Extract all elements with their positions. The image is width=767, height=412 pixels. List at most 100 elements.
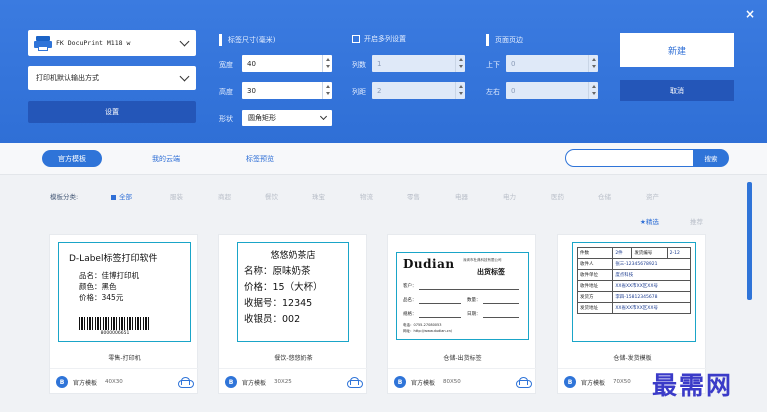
height-input[interactable]: 30: [242, 82, 332, 99]
spinner-icon[interactable]: [455, 82, 465, 99]
vertical-scrollbar[interactable]: [745, 176, 755, 412]
category-clothing[interactable]: 服装: [170, 191, 183, 201]
category-supermarket[interactable]: 商超: [218, 191, 231, 201]
category-warehouse[interactable]: 仓储: [598, 191, 611, 201]
category-jewelry[interactable]: 珠宝: [312, 191, 325, 201]
cols-input[interactable]: 1: [372, 55, 465, 72]
table-cell: XX省XX市XX区XX号: [612, 302, 691, 314]
cancel-button[interactable]: 取消: [620, 80, 734, 101]
spinner-icon[interactable]: [588, 82, 598, 99]
table-cell: 度点科技: [612, 269, 691, 281]
search-button[interactable]: 搜索: [693, 149, 729, 167]
cloud-icon[interactable]: [515, 377, 532, 388]
multi-column-checkbox[interactable]: [352, 35, 360, 43]
template-name: 仓储-发货模板: [613, 355, 652, 362]
table-cell: 发货编号: [631, 247, 668, 259]
label-field: 规格：: [403, 312, 417, 317]
category-all[interactable]: 全部: [111, 191, 132, 201]
label-field: 客户：: [403, 284, 417, 289]
tab-my-cloud[interactable]: 我的云端: [138, 150, 194, 167]
label-phone: 电话：0755-27080053: [403, 323, 442, 327]
label-preview: 悠悠奶茶店 名称：原味奶茶 价格：15（大杯） 收据号：12345 收银员：00…: [237, 242, 349, 342]
template-card[interactable]: Dudian 深圳市杜典科技有限公司 出货标签 客户： 品名： 数量： 规格： …: [387, 234, 537, 394]
card-footer: B 官方模板 40X30: [50, 368, 199, 395]
label-subtitle: 出货标签: [477, 268, 505, 276]
tab-official-templates[interactable]: 官方模板: [42, 150, 102, 167]
output-mode-value: 打印机默认输出方式: [36, 74, 99, 82]
template-thumbnail: Dudian 深圳市杜典科技有限公司 出货标签 客户： 品名： 数量： 规格： …: [396, 242, 529, 342]
sort-recommended[interactable]: 推荐: [690, 216, 703, 226]
official-badge-icon: B: [56, 376, 68, 388]
category-appliance[interactable]: 电器: [455, 191, 468, 201]
category-logistics[interactable]: 物流: [360, 191, 373, 201]
label-preview: Dudian 深圳市杜典科技有限公司 出货标签 客户： 品名： 数量： 规格： …: [396, 252, 529, 340]
new-button[interactable]: 新建: [620, 33, 734, 67]
card-footer: B 官方模板 30X25: [219, 368, 368, 395]
search-input[interactable]: [565, 149, 695, 167]
official-badge-icon: B: [225, 376, 237, 388]
barcode: [79, 317, 151, 330]
template-thumbnail: 件数 2件 发货编号 2-12 收件人 张三-12345678921 收件单位 度点科技 …: [566, 242, 699, 342]
label-preview: D-Label标签打印软件 品名：佳博打印机 颜色：黑色 价格：345元 800…: [58, 242, 191, 342]
top-margin-value: 0: [511, 59, 516, 68]
template-source: 官方模板: [581, 379, 606, 387]
close-icon[interactable]: ×: [745, 7, 755, 21]
top-margin-label: 上下: [486, 61, 500, 69]
printer-settings-button[interactable]: 设置: [28, 101, 196, 123]
category-medicine[interactable]: 医药: [551, 191, 564, 201]
margins-title: 页面页边: [486, 34, 523, 46]
table-cell: 2-12: [666, 247, 692, 259]
margins-title-text: 页面页边: [495, 36, 523, 44]
tab-label-preview[interactable]: 标签预览: [232, 150, 288, 167]
table-cell: 收件人: [576, 258, 614, 270]
label-row: 收银员：002: [244, 314, 301, 325]
category-catering[interactable]: 餐饮: [265, 191, 278, 201]
label-size-title-text: 标签尺寸(毫米): [228, 36, 276, 44]
table-cell: 发货方: [576, 291, 614, 303]
printer-name: FK DocuPrint M118 w: [56, 39, 131, 47]
label-row: 品名：佳博打印机: [79, 271, 139, 280]
scrollbar-thumb[interactable]: [747, 182, 752, 300]
template-card[interactable]: D-Label标签打印软件 品名：佳博打印机 颜色：黑色 价格：345元 800…: [49, 234, 199, 395]
category-retail[interactable]: 零售: [407, 191, 420, 201]
label-title: 悠悠奶茶店: [270, 251, 316, 261]
official-badge-icon: B: [564, 376, 576, 388]
width-label: 宽度: [219, 61, 233, 69]
label-field: 日期：: [467, 312, 481, 317]
cloud-icon[interactable]: [177, 377, 194, 388]
label-title: D-Label标签打印软件: [69, 254, 158, 264]
output-mode-select[interactable]: 打印机默认输出方式: [28, 66, 196, 90]
spinner-icon[interactable]: [322, 55, 332, 72]
top-margin-input[interactable]: 0: [506, 55, 598, 72]
label-row: 收据号：12345: [244, 298, 313, 309]
template-card[interactable]: 悠悠奶茶店 名称：原味奶茶 价格：15（大杯） 收据号：12345 收银员：00…: [218, 234, 368, 395]
spinner-icon[interactable]: [322, 82, 332, 99]
spinner-icon[interactable]: [455, 55, 465, 72]
category-power[interactable]: 电力: [503, 191, 516, 201]
table-cell: 收件单位: [576, 269, 614, 281]
printer-select[interactable]: FK DocuPrint M118 w: [28, 30, 196, 56]
cols-value: 1: [377, 59, 382, 68]
chevron-down-icon: [179, 36, 190, 47]
chevron-down-icon: [319, 112, 328, 121]
category-assets[interactable]: 资产: [646, 191, 659, 201]
table-cell: XX省XX市XX区XX号: [612, 280, 691, 292]
shipping-table: 件数 2件 发货编号 2-12 收件人 张三-12345678921 收件单位 度点科技 …: [576, 247, 692, 314]
width-input[interactable]: 40: [242, 55, 332, 72]
cloud-icon[interactable]: [346, 377, 363, 388]
multi-column-title[interactable]: 开启多列设置: [352, 34, 406, 44]
shape-select[interactable]: 圆角矩形: [242, 110, 332, 126]
gap-input[interactable]: 2: [372, 82, 465, 99]
spinner-icon[interactable]: [588, 55, 598, 72]
template-source: 官方模板: [242, 379, 267, 387]
template-name: 餐饮-悠悠奶茶: [274, 355, 313, 362]
lr-margin-input[interactable]: 0: [506, 82, 598, 99]
table-cell: 张三-12345678921: [612, 258, 691, 270]
label-row: 价格：345元: [79, 293, 124, 302]
template-name: 仓储-出货标签: [443, 355, 482, 362]
sort-featured[interactable]: ★精选: [640, 216, 659, 226]
label-row: 名称：原味奶茶: [244, 266, 311, 277]
template-size: 40X30: [105, 379, 123, 385]
gap-label: 列距: [352, 88, 366, 96]
table-cell: 李四-15812345678: [612, 291, 691, 303]
